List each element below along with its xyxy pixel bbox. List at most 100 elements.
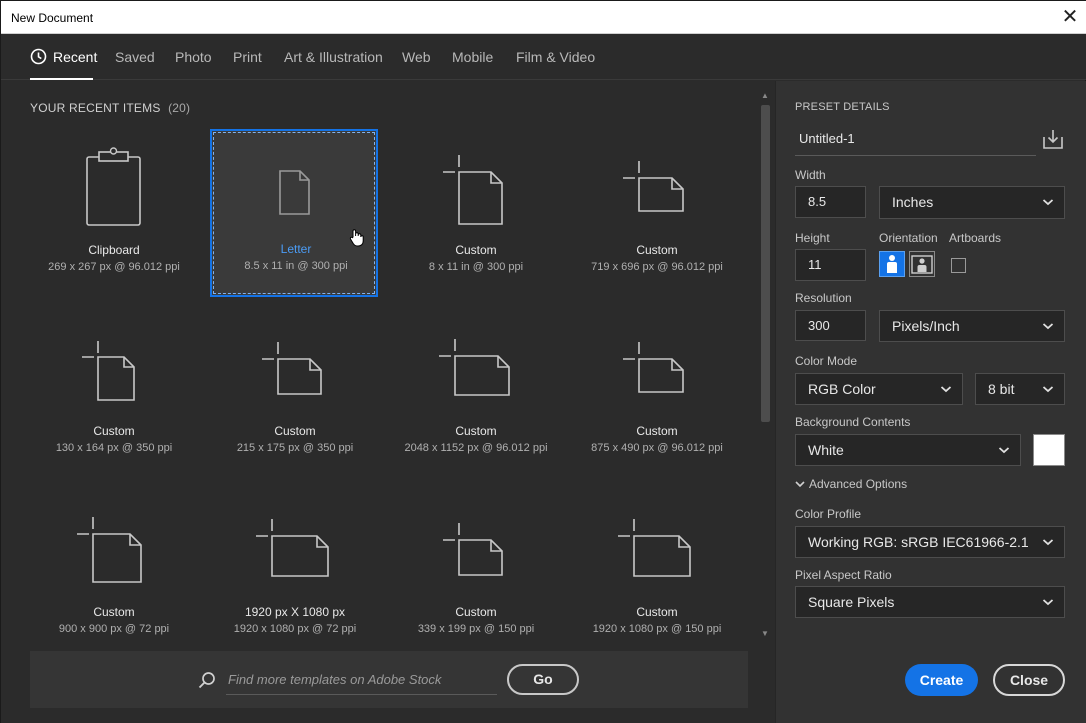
custom-landscape-icon (439, 339, 510, 396)
orientation-label: Orientation (879, 231, 938, 245)
recent-item[interactable]: Custom 900 x 900 px @ 72 ppi (30, 492, 198, 660)
artboards-label: Artboards (949, 231, 1002, 245)
scroll-down-arrow-icon[interactable]: ▼ (759, 629, 771, 639)
color-mode-value: RGB Color (808, 381, 876, 397)
item-dimensions: 8 x 11 in @ 300 ppi (428, 261, 524, 273)
stock-search-input[interactable] (226, 665, 497, 695)
window-title: New Document (11, 11, 94, 25)
width-label: Width (795, 168, 826, 182)
item-name: Custom (455, 605, 497, 619)
item-dimensions: 130 x 164 px @ 350 ppi (55, 442, 173, 454)
background-contents-dropdown[interactable]: White (795, 434, 1021, 466)
document-portrait-icon (279, 170, 310, 215)
active-tab-indicator (30, 78, 93, 80)
custom-landscape-icon (443, 523, 503, 576)
preset-details-heading: PRESET DETAILS (795, 101, 890, 113)
item-dimensions: 1920 x 1080 px @ 72 ppi (233, 623, 357, 635)
tab-mobile[interactable]: Mobile (452, 49, 493, 65)
advanced-options-toggle[interactable]: Advanced Options (795, 477, 907, 491)
chevron-down-icon (1042, 323, 1054, 330)
portrait-person-icon (887, 255, 897, 273)
recent-item-selected[interactable]: Letter 8.5 x 11 in @ 300 ppi (210, 129, 378, 297)
pixel-aspect-dropdown[interactable]: Square Pixels (795, 586, 1065, 618)
recent-item[interactable]: Custom 2048 x 1152 px @ 96.012 ppi (392, 311, 560, 479)
item-name: Custom (93, 605, 135, 619)
tab-recent[interactable]: Recent (53, 49, 97, 65)
artboards-checkbox[interactable] (951, 258, 966, 273)
item-dimensions: 339 x 199 px @ 150 ppi (417, 623, 535, 635)
item-name: Custom (455, 243, 497, 257)
color-mode-dropdown[interactable]: RGB Color (795, 373, 963, 405)
preset-details-panel: PRESET DETAILS Untitled-1 Width 8.5 Inch… (775, 81, 1086, 723)
landscape-person-icon (911, 255, 933, 274)
height-label: Height (795, 231, 830, 245)
close-icon[interactable]: ✕ (1059, 6, 1081, 28)
bit-depth-dropdown[interactable]: 8 bit (975, 373, 1065, 405)
chevron-down-icon (1042, 199, 1054, 206)
resolution-unit-dropdown[interactable]: Pixels/Inch (879, 310, 1065, 342)
item-name: Custom (636, 424, 678, 438)
recent-item[interactable]: Custom 8 x 11 in @ 300 ppi (392, 130, 560, 298)
tab-photo[interactable]: Photo (175, 49, 212, 65)
document-name-field[interactable]: Untitled-1 (795, 124, 1036, 156)
stock-search-bar: Go (30, 651, 748, 708)
tab-saved[interactable]: Saved (115, 49, 155, 65)
color-profile-value: Working RGB: sRGB IEC61966-2.1 (808, 534, 1029, 550)
width-field[interactable]: 8.5 (795, 186, 866, 218)
save-preset-icon[interactable] (1041, 127, 1065, 151)
item-name: Custom (455, 424, 497, 438)
search-icon (198, 672, 215, 689)
background-contents-value: White (808, 442, 844, 458)
clipboard-icon (86, 147, 141, 226)
title-bar: New Document ✕ (1, 1, 1086, 34)
item-name: Custom (636, 243, 678, 257)
tab-print[interactable]: Print (233, 49, 262, 65)
tab-film-video[interactable]: Film & Video (516, 49, 595, 65)
background-color-swatch[interactable] (1033, 434, 1065, 466)
resolution-unit-value: Pixels/Inch (892, 318, 960, 334)
close-button[interactable]: Close (993, 664, 1065, 696)
pixel-aspect-label: Pixel Aspect Ratio (795, 568, 892, 582)
landscape-orientation-button[interactable] (909, 251, 935, 277)
recent-item[interactable]: Clipboard 269 x 267 px @ 96.012 ppi (30, 130, 198, 298)
width-unit-dropdown[interactable]: Inches (879, 186, 1065, 219)
custom-landscape-icon (262, 342, 322, 395)
recent-item[interactable]: Custom 215 x 175 px @ 350 ppi (211, 311, 379, 479)
category-tabs: Recent Saved Photo Print Art & Illustrat… (1, 34, 1086, 80)
recent-item[interactable]: Custom 1920 x 1080 px @ 150 ppi (573, 492, 741, 660)
custom-landscape-icon (623, 342, 684, 393)
recent-item[interactable]: Custom 875 x 490 px @ 96.012 ppi (573, 311, 741, 479)
custom-square-icon (77, 517, 142, 583)
color-profile-dropdown[interactable]: Working RGB: sRGB IEC61966-2.1 (795, 526, 1065, 558)
item-name: Custom (636, 605, 678, 619)
recent-item[interactable]: 1920 px X 1080 px 1920 x 1080 px @ 72 pp… (211, 492, 379, 660)
resolution-field[interactable]: 300 (795, 310, 866, 341)
item-dimensions: 875 x 490 px @ 96.012 ppi (591, 442, 723, 454)
scroll-up-arrow-icon[interactable]: ▲ (759, 91, 771, 101)
create-button[interactable]: Create (905, 664, 978, 696)
custom-landscape-icon (256, 519, 329, 577)
height-field[interactable]: 11 (795, 249, 866, 281)
item-dimensions: 1920 x 1080 px @ 150 ppi (592, 623, 722, 635)
background-contents-label: Background Contents (795, 415, 911, 429)
go-button[interactable]: Go (507, 664, 579, 695)
scrollbar-thumb[interactable] (761, 105, 770, 422)
custom-portrait-icon (443, 155, 503, 225)
chevron-down-icon (998, 447, 1010, 454)
new-document-dialog: New Document ✕ Recent Saved Photo Print … (0, 0, 1086, 723)
recent-scrollbar[interactable]: ▲ ▼ (759, 91, 771, 641)
pixel-aspect-value: Square Pixels (808, 594, 895, 610)
custom-landscape-icon (623, 161, 684, 212)
item-dimensions: 269 x 267 px @ 96.012 ppi (48, 261, 180, 273)
tab-web[interactable]: Web (402, 49, 431, 65)
recent-item[interactable]: Custom 130 x 164 px @ 350 ppi (30, 311, 198, 479)
color-profile-label: Color Profile (795, 507, 862, 521)
color-mode-label: Color Mode (795, 354, 858, 368)
chevron-down-icon (1042, 539, 1054, 546)
item-dimensions: 8.5 x 11 in @ 300 ppi (244, 260, 348, 272)
portrait-orientation-button[interactable] (879, 251, 905, 277)
tab-art-illustration[interactable]: Art & Illustration (284, 49, 383, 65)
item-dimensions: 719 x 696 px @ 96.012 ppi (591, 261, 723, 273)
recent-item[interactable]: Custom 719 x 696 px @ 96.012 ppi (573, 130, 741, 298)
recent-item[interactable]: Custom 339 x 199 px @ 150 ppi (392, 492, 560, 660)
